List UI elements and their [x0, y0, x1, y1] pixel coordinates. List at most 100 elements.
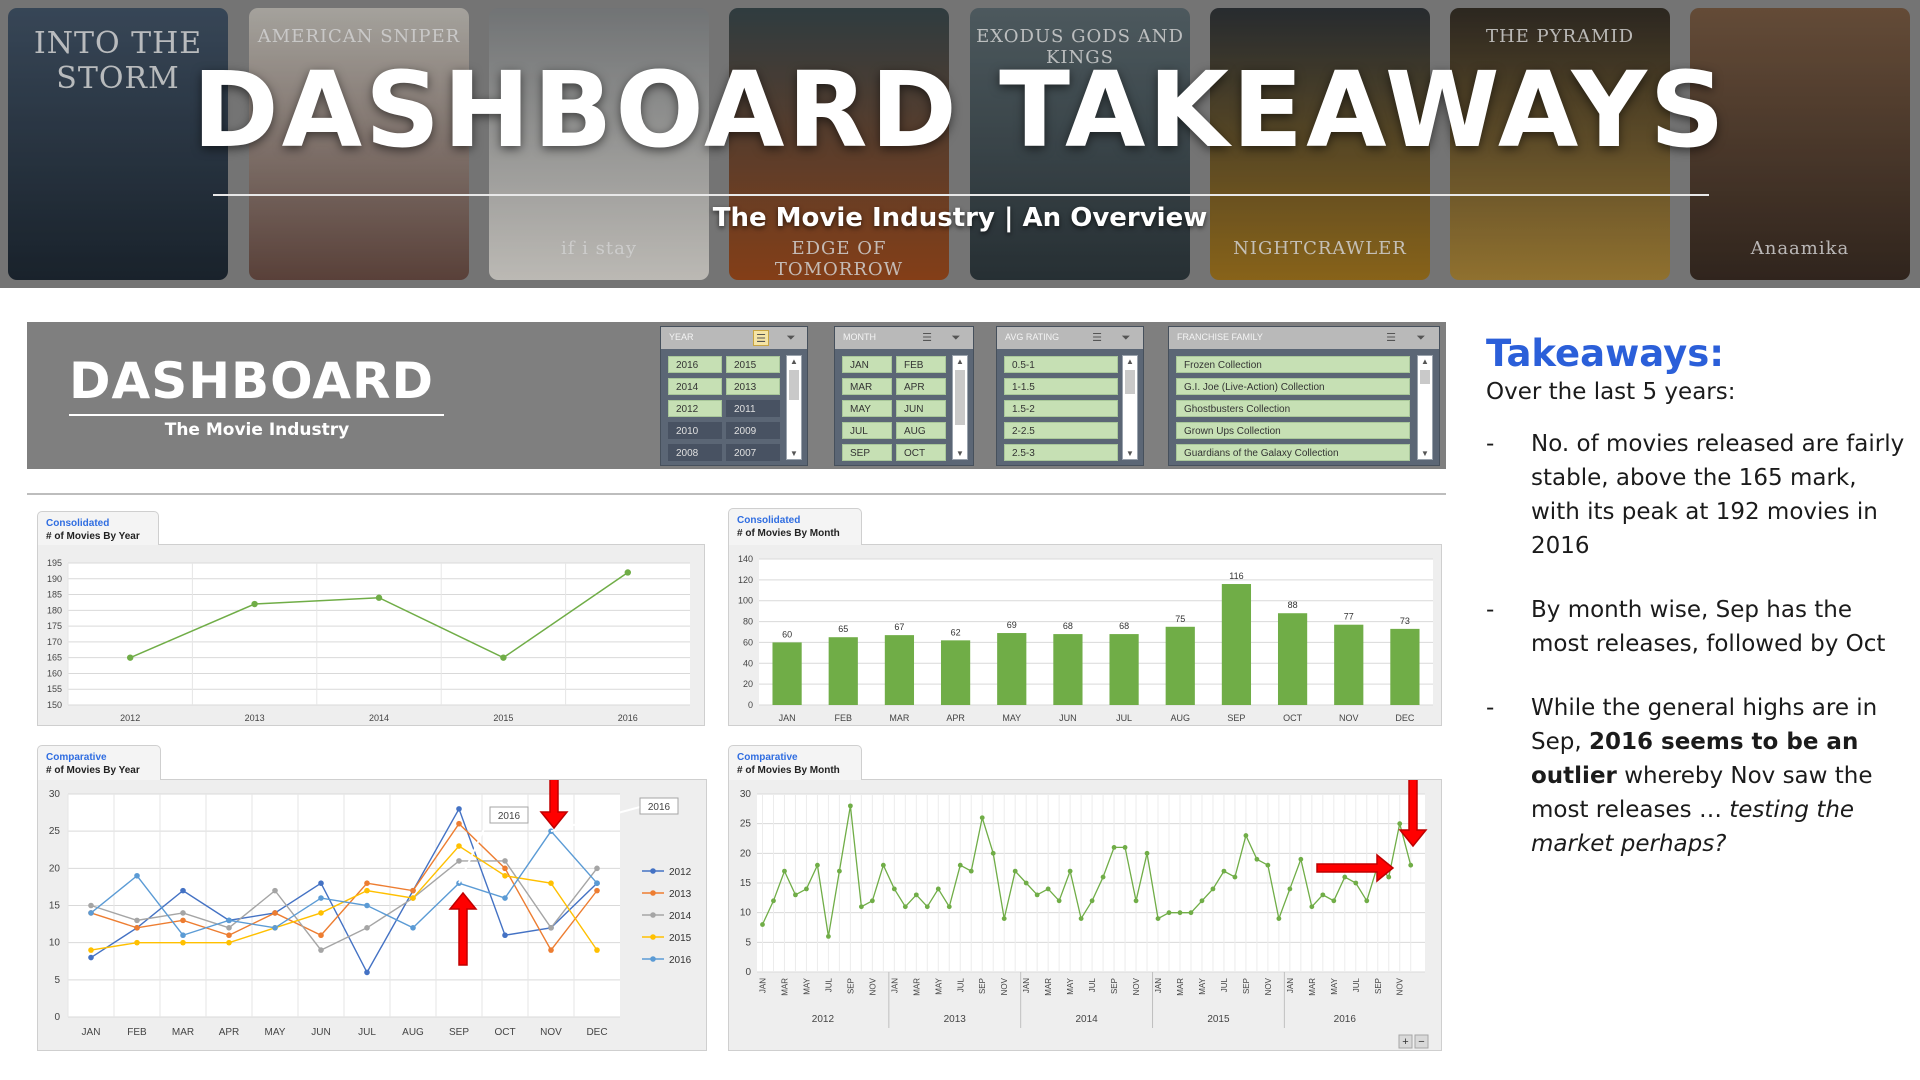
x-tick-label: NOV — [540, 1027, 562, 1038]
slicer-item[interactable]: 2015 — [726, 356, 780, 373]
x-tick-label: SEP — [449, 1027, 469, 1038]
slicer-item[interactable]: AUG — [896, 422, 946, 439]
slicer-item[interactable]: 2013 — [726, 378, 780, 395]
x-tick-label: NOV — [1264, 977, 1273, 995]
chart-movies-by-month: 0 20 40 60 80 100 120 140 60 JAN 65 FEB 67 MAR 62 APR 69… — [738, 554, 1433, 723]
x-tick-label: MAR — [1308, 978, 1317, 996]
legend-marker — [650, 868, 656, 874]
slicer-item[interactable]: MAY — [842, 400, 892, 417]
slicer-item[interactable]: FEB — [896, 356, 946, 373]
slicer-item[interactable]: 2008 — [668, 444, 722, 461]
scroll-down-icon[interactable]: ▼ — [1418, 449, 1432, 458]
data-point — [913, 892, 919, 898]
data-point — [375, 594, 383, 601]
data-point — [272, 887, 278, 894]
data-point — [364, 969, 370, 976]
x-tick-label: DEC — [586, 1027, 607, 1038]
slicer-item[interactable]: 2012 — [668, 400, 722, 417]
clear-filter-icon[interactable]: ⏷ — [783, 330, 799, 346]
slicer-item[interactable]: 2-2.5 — [1004, 422, 1118, 439]
slicer-item[interactable]: APR — [896, 378, 946, 395]
scroll-thumb[interactable] — [1420, 370, 1430, 384]
slicer-item[interactable]: 2011 — [726, 400, 780, 417]
multi-select-icon[interactable]: ☰ — [1383, 330, 1399, 346]
legend-marker — [650, 956, 656, 962]
panel-movies-by-year: 150 155 160 165 170 175 180 185 190 195 2012 2013 20… — [37, 544, 705, 726]
takeaway-item: - No. of movies released are fairly stab… — [1486, 427, 1906, 563]
bar-data-label: 77 — [1344, 612, 1354, 622]
slicer-item[interactable]: 1.5-2 — [1004, 400, 1118, 417]
slicer-item[interactable]: 2009 — [726, 422, 780, 439]
slicer-scrollbar[interactable]: ▲ ▼ — [1417, 355, 1433, 460]
slicer-item[interactable]: 2.5-3 — [1004, 444, 1118, 461]
legend-marker — [650, 912, 656, 918]
slicer-item[interactable]: JUL — [842, 422, 892, 439]
x-tick-label: JAN — [1154, 978, 1163, 993]
slicer-month[interactable]: MONTH ☰ ⏷ JAN FEB MAR APR MAY JUN JUL AUG SEP OCT… — [834, 326, 974, 466]
y-tick-label: 25 — [740, 819, 752, 830]
data-point — [624, 569, 631, 576]
y-tick-label: 0 — [748, 700, 753, 710]
data-point — [502, 932, 508, 939]
scroll-up-icon[interactable]: ▲ — [1418, 357, 1432, 366]
slicer-item[interactable]: JUN — [896, 400, 946, 417]
slicer-item[interactable]: Ghostbusters Collection — [1176, 400, 1410, 417]
y-tick-label: 100 — [738, 596, 753, 606]
slicer-header: FRANCHISE FAMILY ☰ ⏷ — [1169, 327, 1439, 349]
data-point — [88, 902, 94, 909]
slicer-item[interactable]: G.I. Joe (Live-Action) Collection — [1176, 378, 1410, 395]
slicer-item[interactable]: 2016 — [668, 356, 722, 373]
x-tick-label: JUL — [1352, 977, 1361, 992]
multi-select-icon[interactable]: ☰ — [753, 330, 769, 346]
scroll-up-icon[interactable]: ▲ — [787, 357, 801, 366]
x-tick-label: JAN — [82, 1027, 101, 1038]
data-point — [594, 880, 600, 886]
scroll-thumb[interactable] — [955, 370, 965, 425]
x-tick-label: SEP — [1110, 978, 1119, 994]
slicer-franchise-family[interactable]: FRANCHISE FAMILY ☰ ⏷ Frozen Collection G.… — [1168, 326, 1440, 466]
slicer-item[interactable]: JAN — [842, 356, 892, 373]
slicer-scrollbar[interactable]: ▲ ▼ — [786, 355, 802, 460]
data-point — [272, 925, 278, 931]
legend-label: 2012 — [669, 867, 692, 878]
data-point — [456, 843, 462, 849]
data-point — [226, 917, 232, 924]
x-tick-label: MAR — [1176, 978, 1185, 996]
slicer-item[interactable]: Frozen Collection — [1176, 356, 1410, 373]
scroll-down-icon[interactable]: ▼ — [953, 449, 967, 458]
scroll-thumb[interactable] — [1125, 370, 1135, 394]
data-point — [1078, 916, 1084, 921]
y-tick-label: 15 — [740, 878, 752, 889]
slicer-scrollbar[interactable]: ▲ ▼ — [1122, 355, 1138, 460]
clear-filter-icon[interactable]: ⏷ — [1118, 330, 1134, 346]
slicer-item[interactable]: Grown Ups Collection — [1176, 422, 1410, 439]
slicer-item[interactable]: 2014 — [668, 378, 722, 395]
slicer-header: MONTH ☰ ⏷ — [835, 327, 973, 349]
slicer-item[interactable]: 1-1.5 — [1004, 378, 1118, 395]
slicer-item[interactable]: SEP — [842, 444, 892, 461]
scroll-thumb[interactable] — [789, 370, 799, 400]
slicer-item[interactable]: OCT — [896, 444, 946, 461]
multi-select-icon[interactable]: ☰ — [1089, 330, 1105, 346]
multi-select-icon[interactable]: ☰ — [919, 330, 935, 346]
slicer-year[interactable]: YEAR ☰ ⏷ 2016 2015 2014 2013 2012 2011 2010 200… — [660, 326, 808, 466]
slicer-scrollbar[interactable]: ▲ ▼ — [952, 355, 968, 460]
data-point — [1122, 845, 1128, 850]
scroll-up-icon[interactable]: ▲ — [1123, 357, 1137, 366]
slicer-item[interactable]: 0.5-1 — [1004, 356, 1118, 373]
slicer-avg-rating[interactable]: AVG RATING ☰ ⏷ 0.5-1 1-1.5 1.5-2 2-2.5 2.5-3… — [996, 326, 1144, 466]
scroll-up-icon[interactable]: ▲ — [953, 357, 967, 366]
x-group-label: 2013 — [944, 1014, 967, 1025]
slicer-item[interactable]: 2007 — [726, 444, 780, 461]
slicer-title: FRANCHISE FAMILY — [1177, 332, 1263, 342]
slicer-item[interactable]: Guardians of the Galaxy Collection — [1176, 444, 1410, 461]
x-tick-label: JUL — [358, 1027, 376, 1038]
slicer-item[interactable]: MAR — [842, 378, 892, 395]
x-tick-label: MAR — [912, 978, 921, 996]
x-tick-label: 2012 — [120, 713, 140, 723]
clear-filter-icon[interactable]: ⏷ — [1413, 330, 1429, 346]
slicer-item[interactable]: 2010 — [668, 422, 722, 439]
scroll-down-icon[interactable]: ▼ — [787, 449, 801, 458]
scroll-down-icon[interactable]: ▼ — [1123, 449, 1137, 458]
clear-filter-icon[interactable]: ⏷ — [948, 330, 964, 346]
